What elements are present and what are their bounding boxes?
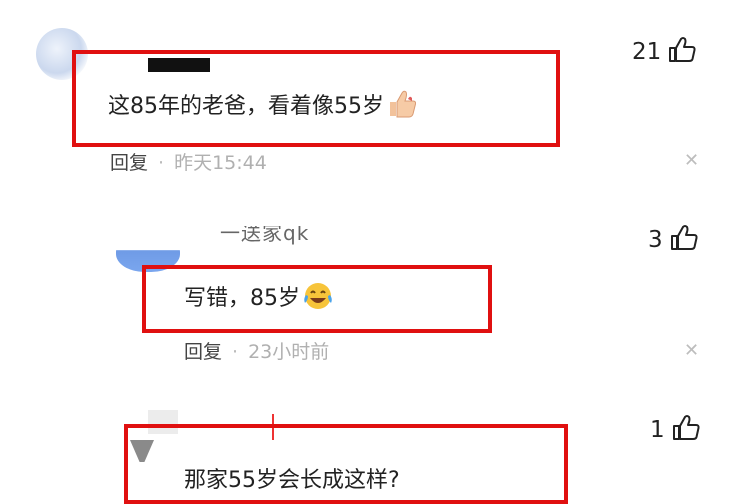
comment-text-content: 这85年的老爸，看着像55岁 (108, 94, 384, 119)
close-icon[interactable]: ✕ (684, 150, 699, 171)
separator: · (158, 152, 165, 174)
comment-text: 写错，85岁 (184, 280, 334, 317)
laughing-crying-icon (302, 281, 334, 317)
like-count: 3 (648, 227, 663, 253)
thumbs-up-outline-icon (669, 224, 699, 256)
timestamp: 昨天15:44 (174, 152, 267, 174)
thumbs-up-outline-icon (671, 414, 701, 446)
like-button[interactable]: 21 (632, 36, 697, 68)
comment-text-content: 那家55岁会长成这样? (184, 468, 400, 493)
comment-meta: 回复 · 昨天15:44 (110, 148, 267, 175)
thumbs-up-icon (386, 89, 418, 125)
comment-meta: 回复 · 23小时前 (184, 337, 329, 364)
reply-button[interactable]: 回复 (184, 341, 222, 363)
like-count: 1 (650, 417, 665, 443)
thumbs-up-outline-icon (667, 36, 697, 68)
timestamp: 23小时前 (248, 341, 330, 363)
comment-text-content: 写错，85岁 (184, 286, 300, 311)
like-button[interactable]: 3 (648, 224, 699, 256)
comment-text: 这85年的老爸，看着像55岁 (108, 88, 418, 125)
separator: · (232, 341, 239, 363)
like-button[interactable]: 1 (650, 414, 701, 446)
reply-button[interactable]: 回复 (110, 152, 148, 174)
comment-text: 那家55岁会长成这样? (184, 462, 400, 494)
like-count: 21 (632, 39, 662, 65)
username[interactable]: 一送家qk (220, 226, 309, 246)
close-icon[interactable]: ✕ (684, 340, 699, 361)
